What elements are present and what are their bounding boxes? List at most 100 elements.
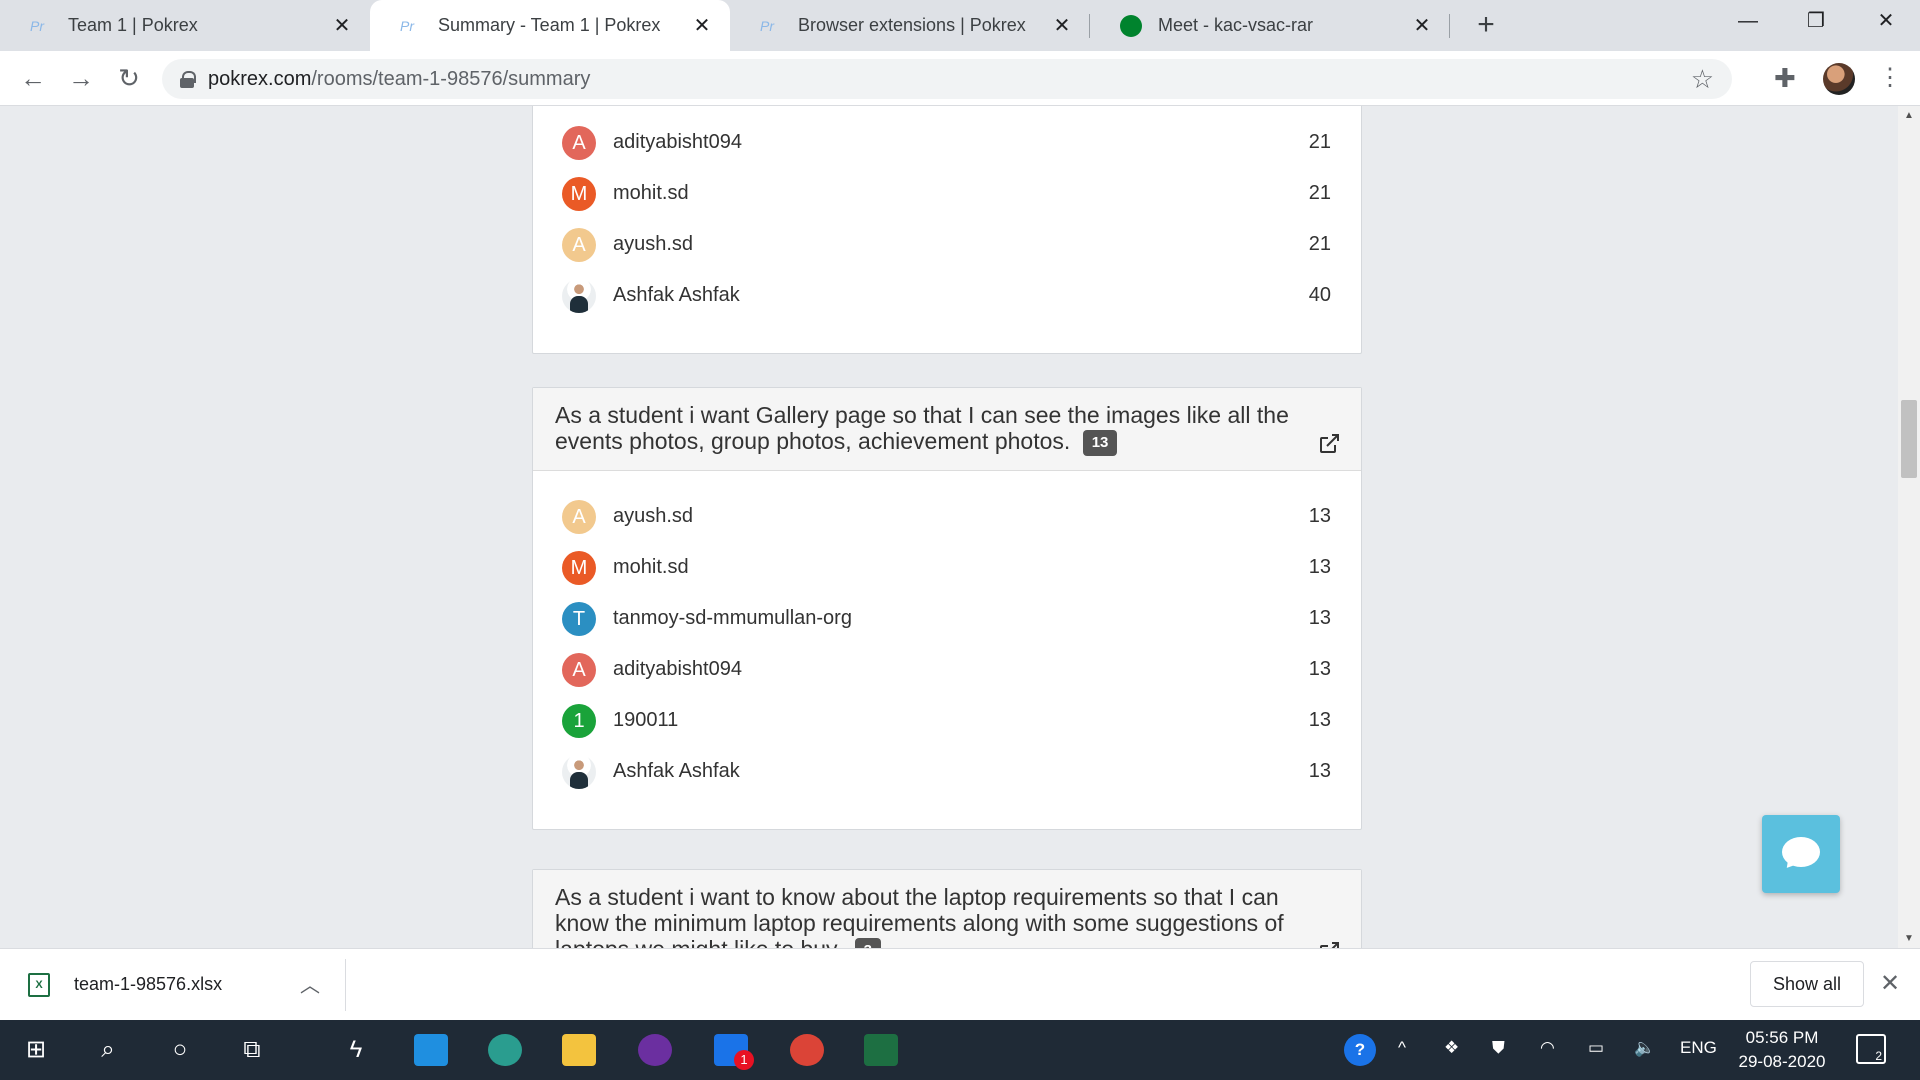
vote-row: A adityabisht094 13 xyxy=(533,644,1361,695)
excel-icon[interactable] xyxy=(864,1034,898,1066)
voter-name: mohit.sd xyxy=(613,182,689,204)
avatar: 1 xyxy=(562,703,596,738)
close-download-bar-icon[interactable]: ✕ xyxy=(1880,969,1900,998)
scroll-down-arrow-icon[interactable]: ▼ xyxy=(1904,933,1914,944)
battery-icon[interactable]: ▭ xyxy=(1588,1038,1604,1058)
avatar: T xyxy=(562,601,596,636)
vote-row: A adityabisht094 21 xyxy=(533,117,1361,168)
voter-name: Ashfak Ashfak xyxy=(613,760,740,782)
close-tab-icon[interactable]: ✕ xyxy=(1050,13,1074,38)
story-card: As a student i want Gallery page so that… xyxy=(532,387,1362,830)
volume-icon[interactable]: 🔈 xyxy=(1634,1038,1655,1058)
dropbox-icon[interactable]: ❖ xyxy=(1444,1038,1459,1058)
avatar: A xyxy=(562,652,596,687)
extensions-puzzle-icon[interactable]: ✚ xyxy=(1774,63,1796,94)
url-path: /rooms/team-1-98576/summary xyxy=(311,67,591,90)
avatar: A xyxy=(562,227,596,262)
tab-meet[interactable]: Meet - kac-vsac-rar ✕ xyxy=(1090,0,1450,51)
voter-name: adityabisht094 xyxy=(613,131,742,153)
external-link-icon[interactable] xyxy=(1317,940,1341,948)
page-scrollbar[interactable]: ▲ ▼ xyxy=(1898,106,1920,948)
tab-browser-extensions[interactable]: Pr Browser extensions | Pokrex ✕ xyxy=(730,0,1090,51)
page-viewport: A adityabisht094 21 M mohit.sd 21 A ayus… xyxy=(0,106,1898,948)
whatsapp-icon[interactable]: 1 xyxy=(714,1034,754,1070)
task-view-icon[interactable]: ⧉ xyxy=(232,1030,272,1070)
browser-menu-icon[interactable]: ⋮ xyxy=(1878,63,1902,92)
voter-name: 190011 xyxy=(613,709,679,731)
search-icon[interactable]: ⌕ xyxy=(88,1030,128,1070)
forward-icon[interactable]: → xyxy=(64,61,98,95)
language-indicator[interactable]: ENG xyxy=(1680,1038,1717,1058)
minimize-button[interactable]: — xyxy=(1714,0,1782,44)
app-lightning-icon[interactable]: ϟ xyxy=(336,1030,376,1070)
tab-team-1[interactable]: Pr Team 1 | Pokrex ✕ xyxy=(0,0,370,51)
card-bottom-padding xyxy=(533,321,1361,353)
voter-name: tanmoy-sd-mmumullan-org xyxy=(613,607,852,629)
bookmark-star-icon[interactable]: ☆ xyxy=(1691,64,1714,95)
vote-value: 21 xyxy=(1308,233,1331,255)
clock[interactable]: 05:56 PM 29-08-2020 xyxy=(1724,1026,1840,1074)
scroll-up-arrow-icon[interactable]: ▲ xyxy=(1904,110,1914,121)
vote-value: 13 xyxy=(1308,760,1331,782)
download-filename[interactable]: team-1-98576.xlsx xyxy=(74,974,222,995)
file-explorer-icon[interactable] xyxy=(562,1034,596,1066)
card-bottom-padding xyxy=(533,797,1361,829)
close-tab-icon[interactable]: ✕ xyxy=(330,13,354,38)
story-title: As a student i want Gallery page so that… xyxy=(555,402,1289,454)
browser-toolbar: ← → ↻ pokrex.com/rooms/team-1-98576/summ… xyxy=(0,51,1920,106)
restore-button[interactable]: ❐ xyxy=(1782,0,1850,44)
chrome-icon[interactable] xyxy=(790,1034,824,1066)
tab-divider xyxy=(1449,14,1450,38)
avatar: A xyxy=(562,499,596,534)
address-bar[interactable]: pokrex.com/rooms/team-1-98576/summary ☆ xyxy=(162,59,1732,99)
close-tab-icon[interactable]: ✕ xyxy=(1410,13,1434,38)
mail-icon[interactable] xyxy=(414,1034,448,1066)
tab-strip: Pr Team 1 | Pokrex ✕ Pr Summary - Team 1… xyxy=(0,0,1920,51)
story-score-badge: 3 xyxy=(854,938,881,948)
security-shield-icon[interactable]: ⛊ xyxy=(1492,1038,1505,1058)
story-card: A adityabisht094 21 M mohit.sd 21 A ayus… xyxy=(532,106,1362,354)
vote-row: A ayush.sd 21 xyxy=(533,219,1361,270)
show-all-button[interactable]: Show all xyxy=(1750,961,1864,1007)
story-header: As a student i want to know about the la… xyxy=(533,870,1361,948)
vote-value: 13 xyxy=(1308,709,1331,731)
avatar: M xyxy=(562,176,596,211)
close-window-button[interactable]: ✕ xyxy=(1852,0,1920,44)
pokrex-favicon-icon: Pr xyxy=(760,17,774,34)
tab-title: Team 1 | Pokrex xyxy=(68,15,198,35)
vote-value: 13 xyxy=(1308,607,1331,629)
tab-title: Meet - kac-vsac-rar xyxy=(1158,15,1314,35)
edge-icon[interactable] xyxy=(488,1034,522,1066)
wifi-icon[interactable]: ◠ xyxy=(1540,1038,1555,1058)
external-link-icon[interactable] xyxy=(1317,432,1341,456)
vote-row: M mohit.sd 21 xyxy=(533,168,1361,219)
card-spacer xyxy=(533,471,1361,491)
avatar-photo xyxy=(562,278,596,313)
chevron-up-icon[interactable]: ︿ xyxy=(300,969,320,998)
windows-start-icon[interactable]: ⊞ xyxy=(16,1030,56,1070)
profile-avatar[interactable] xyxy=(1823,63,1855,95)
back-icon[interactable]: ← xyxy=(16,61,50,95)
tab-summary[interactable]: Pr Summary - Team 1 | Pokrex ✕ xyxy=(370,0,730,51)
chat-widget-button[interactable] xyxy=(1762,815,1840,893)
close-tab-icon[interactable]: ✕ xyxy=(690,13,714,38)
avatar-photo xyxy=(562,754,596,789)
cortana-icon[interactable]: ○ xyxy=(160,1030,200,1070)
vote-row: 1 190011 13 xyxy=(533,695,1361,746)
download-divider xyxy=(345,959,346,1011)
show-hidden-icons-chevron-icon[interactable]: ^ xyxy=(1398,1038,1406,1058)
reload-icon[interactable]: ↻ xyxy=(112,61,146,95)
scrollbar-thumb[interactable] xyxy=(1901,400,1917,478)
help-icon[interactable]: ? xyxy=(1344,1034,1376,1066)
avatar: M xyxy=(562,550,596,585)
story-score-badge: 13 xyxy=(1082,430,1118,456)
vote-row: T tanmoy-sd-mmumullan-org 13 xyxy=(533,593,1361,644)
notifications-icon[interactable]: 2 xyxy=(1856,1034,1886,1064)
media-app-icon[interactable] xyxy=(638,1034,672,1066)
card-spacer xyxy=(533,106,1361,117)
vote-row: Ashfak Ashfak 40 xyxy=(533,270,1361,321)
new-tab-button[interactable]: + xyxy=(1468,8,1504,44)
tab-title: Browser extensions | Pokrex xyxy=(798,15,1026,35)
vote-value: 13 xyxy=(1308,505,1331,527)
voter-name: adityabisht094 xyxy=(613,658,742,680)
